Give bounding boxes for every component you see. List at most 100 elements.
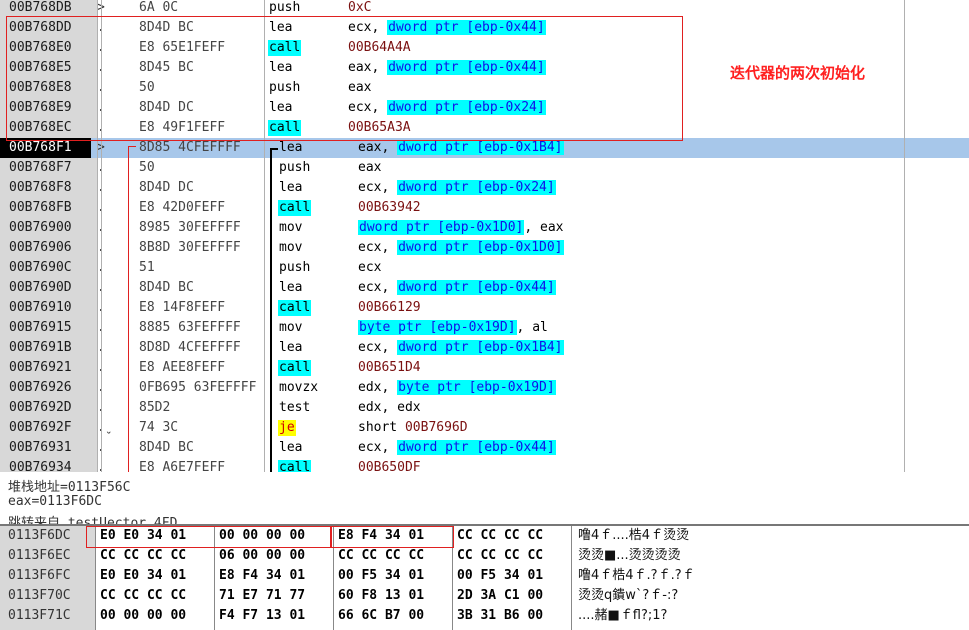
operand-text: , al (516, 320, 548, 335)
disasm-mnemonic: lea (279, 340, 303, 355)
disasm-row[interactable]: 00B768F7.50pusheax (0, 158, 969, 178)
disasm-mnemonic: call (278, 200, 312, 216)
dump-row[interactable]: 0113F71C 00 00 00 00 F4 F7 13 01 66 6C B7 0… (0, 606, 969, 626)
disasm-address: 00B76926 (9, 380, 72, 395)
operand-text: ecx, (348, 100, 388, 115)
disasm-mnemonic: push (269, 80, 301, 95)
disasm-operands: ecx, dword ptr [ebp-0x1B4] (358, 338, 564, 358)
disasm-operands: dword ptr [ebp-0x1D0], eax (358, 218, 564, 238)
dump-row[interactable]: 0113F6DC E0 E0 34 01 00 00 00 00 E8 F4 34 0… (0, 526, 969, 546)
disasm-hex-bytes: E8 14F8FEFF (139, 300, 226, 315)
disasm-row[interactable]: 00B76910.E8 14F8FEFFcall00B66129 (0, 298, 969, 318)
dump-hex-group: 00 00 00 00 (219, 528, 306, 543)
disasm-address: 00B768FB (9, 200, 72, 215)
disasm-operands: edx, byte ptr [ebp-0x19D] (358, 378, 556, 398)
dump-address: 0113F6DC (8, 528, 71, 543)
disasm-address: 00B768EC (9, 120, 72, 135)
disasm-row[interactable]: 00B768DB>6A 0Cpush0xC (0, 0, 969, 18)
dump-hex-group: 3B 31 B6 00 (457, 608, 544, 623)
disasm-address: 00B7691B (9, 340, 72, 355)
call-target: 00B651D4 (358, 360, 421, 375)
dump-row[interactable]: 0113F6FC E0 E0 34 01 E8 F4 34 01 00 F5 34 0… (0, 566, 969, 586)
disasm-row[interactable]: 00B76921.E8 AEE8FEFFcall00B651D4 (0, 358, 969, 378)
disasm-row[interactable]: 00B7691B.8D8D 4CFEFFFFleaecx, dword ptr … (0, 338, 969, 358)
disasm-hex-bytes: 8D4D BC (139, 280, 194, 295)
disasm-hex-bytes: 0FB695 63FEFFFF (139, 380, 257, 395)
disasm-hex-bytes: 8D4D BC (139, 20, 194, 35)
disasm-row[interactable]: 00B768E0.E8 65E1FEFFcall00B64A4A (0, 38, 969, 58)
disasm-hex-bytes: 6A 0C (139, 0, 179, 15)
disasm-row[interactable]: 00B768F8.8D4D DCleaecx, dword ptr [ebp-0… (0, 178, 969, 198)
memory-operand: dword ptr [ebp-0x1B4] (397, 140, 564, 155)
memory-operand: dword ptr [ebp-0x44] (397, 280, 556, 295)
memory-dump-pane[interactable]: 0113F6DC E0 E0 34 01 00 00 00 00 E8 F4 34 0… (0, 524, 969, 630)
disasm-row[interactable]: 00B76915.8885 63FEFFFFmovbyte ptr [ebp-0… (0, 318, 969, 338)
disasm-address: 00B7690C (9, 260, 72, 275)
dump-row[interactable]: 0113F70C CC CC CC CC 71 E7 71 77 60 F8 13 0… (0, 586, 969, 606)
dump-address: 0113F6EC (8, 548, 71, 563)
disasm-mnemonic: call (278, 460, 312, 472)
disasm-mnemonic: lea (269, 60, 293, 75)
disasm-operands: edx, edx (358, 398, 421, 418)
disasm-row-selected[interactable]: 00B768F1>8D85 4CFEFFFFleaeax, dword ptr … (0, 138, 969, 158)
operand-text: , eax (524, 220, 564, 235)
jump-arrow-line (128, 146, 129, 472)
disassembly-pane[interactable]: 00B768DB>6A 0Cpush0xC00B768DD.8D4D BClea… (0, 0, 969, 472)
disasm-row[interactable]: 00B76934.E8 A6E7FEFFcall00B650DF (0, 458, 969, 472)
disasm-operands: byte ptr [ebp-0x19D], al (358, 318, 548, 338)
dump-ascii: ....赭■ｆfl?;1? (578, 608, 668, 623)
dump-hex-group: 66 6C B7 00 (338, 608, 425, 623)
disasm-address: 00B76910 (9, 300, 72, 315)
disasm-operands: ecx (358, 258, 381, 278)
disasm-mnemonic: push (279, 260, 311, 275)
memory-operand: dword ptr [ebp-0x24] (397, 180, 556, 195)
dump-hex-group: 71 E7 71 77 (219, 588, 306, 603)
disasm-hex-bytes: 8D4D DC (139, 100, 194, 115)
memory-operand: dword ptr [ebp-0x1B4] (397, 340, 564, 355)
dump-row[interactable]: 0113F6EC CC CC CC CC 06 00 00 00 CC CC CC C… (0, 546, 969, 566)
column-divider (101, 0, 102, 472)
disasm-hex-bytes: 8D4D DC (139, 180, 194, 195)
operand-text: eax, (358, 140, 398, 155)
disasm-row[interactable]: 00B768DD.8D4D BCleaecx, dword ptr [ebp-0… (0, 18, 969, 38)
operand-text: eax (348, 80, 372, 95)
call-target: 00B7696D (404, 420, 468, 435)
disasm-hex-bytes: 8985 30FEFFFF (139, 220, 241, 235)
disasm-row[interactable]: 00B76926.0FB695 63FEFFFFmovzxedx, byte p… (0, 378, 969, 398)
disasm-row[interactable]: 00B7690C.51pushecx (0, 258, 969, 278)
disasm-operands: ecx, dword ptr [ebp-0x44] (358, 438, 556, 458)
disasm-mnemonic: test (279, 400, 311, 415)
memory-operand: byte ptr [ebp-0x19D] (358, 320, 517, 335)
disasm-operands: 00B64A4A (348, 38, 411, 58)
dump-hex-group: E0 E0 34 01 (100, 528, 187, 543)
disasm-hex-bytes: 85D2 (139, 400, 171, 415)
disasm-row[interactable]: 00B7690D.8D4D BCleaecx, dword ptr [ebp-0… (0, 278, 969, 298)
dump-hex-group: CC CC CC CC (457, 528, 544, 543)
disasm-row[interactable]: 00B76931.8D4D BCleaecx, dword ptr [ebp-0… (0, 438, 969, 458)
disasm-row[interactable]: 00B768FB.E8 42D0FEFFcall00B63942 (0, 198, 969, 218)
operand-text: eax, (348, 60, 388, 75)
disasm-row[interactable]: 00B76900.8985 30FEFFFFmovdword ptr [ebp-… (0, 218, 969, 238)
disasm-operands: ecx, dword ptr [ebp-0x44] (358, 278, 556, 298)
disasm-operands: ecx, dword ptr [ebp-0x44] (348, 18, 546, 38)
dump-address: 0113F70C (8, 588, 71, 603)
disasm-row[interactable]: 00B76906.8B8D 30FEFFFFmovecx, dword ptr … (0, 238, 969, 258)
disasm-hex-bytes: E8 65E1FEFF (139, 40, 226, 55)
disasm-row[interactable]: 00B7692F .ˬ 74 3C je short 00B7696D (0, 418, 969, 438)
dump-ascii: 烫烫■...烫烫烫烫 (578, 548, 681, 563)
call-target: 00B650DF (358, 460, 421, 472)
disasm-row[interactable]: 00B768EC.E8 49F1FEFFcall00B65A3A (0, 118, 969, 138)
operand-text: short (358, 420, 405, 435)
disasm-operands: eax (358, 158, 381, 178)
disasm-mnemonic: lea (269, 20, 293, 35)
disasm-operands: 00B63942 (358, 198, 421, 218)
call-target: 00B64A4A (348, 40, 411, 55)
disasm-address: 00B7692D (9, 400, 72, 415)
disasm-hex-bytes: E8 AEE8FEFF (139, 360, 226, 375)
disasm-mnemonic: lea (279, 140, 303, 155)
info-pane: 堆栈地址=0113F56C eax=0113F6DC 跳转来自 testUect… (0, 472, 969, 524)
disasm-row[interactable]: 00B7692D.85D2testedx, edx (0, 398, 969, 418)
disasm-address: 00B768DD (9, 20, 72, 35)
call-target: 00B65A3A (348, 120, 411, 135)
disasm-row[interactable]: 00B768E9.8D4D DCleaecx, dword ptr [ebp-0… (0, 98, 969, 118)
